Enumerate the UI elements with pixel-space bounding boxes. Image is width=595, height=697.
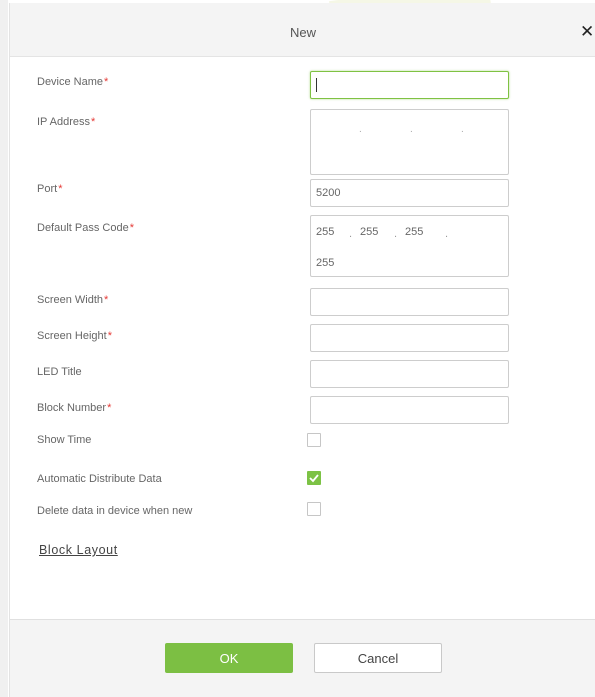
screen-height-label: Screen Height* (37, 330, 112, 342)
pass-code-separator: . (445, 228, 449, 240)
ok-button[interactable]: OK (165, 643, 293, 673)
pass-code-segment: 255 (405, 226, 424, 238)
screen-width-label: Screen Width* (37, 294, 109, 306)
show-time-label: Show Time (37, 434, 92, 446)
text-cursor (316, 78, 317, 92)
required-asterisk: * (107, 402, 112, 414)
dialog-footer: OK Cancel (10, 619, 595, 697)
show-time-checkbox[interactable] (307, 433, 321, 447)
led-title-input[interactable] (310, 360, 509, 388)
pass-code-separator: . (349, 228, 353, 240)
dialog-header: New ✕ (10, 3, 595, 57)
delete-data-when-new-checkbox[interactable] (307, 502, 321, 516)
block-number-label: Block Number* (37, 402, 112, 414)
block-number-input[interactable] (310, 396, 509, 424)
ip-separator: . (410, 124, 413, 135)
automatic-distribute-data-checkbox[interactable] (307, 471, 321, 485)
pass-code-segment: 255 (316, 257, 335, 269)
ip-separator: . (461, 124, 464, 135)
delete-data-when-new-label: Delete data in device when new (37, 505, 193, 517)
checkmark-icon (309, 474, 319, 483)
cancel-button[interactable]: Cancel (314, 643, 442, 673)
pass-code-segment: 255 (360, 226, 379, 238)
new-device-dialog: New ✕ Device Name* IP Address* . . . Por… (9, 3, 595, 697)
led-title-label: LED Title (37, 366, 82, 378)
required-asterisk: * (58, 183, 63, 195)
default-pass-code-label: Default Pass Code* (37, 222, 134, 234)
screen-height-input[interactable] (310, 324, 509, 352)
background-panel (0, 0, 8, 697)
port-input[interactable]: 5200 (310, 179, 509, 207)
device-name-label: Device Name* (37, 76, 109, 88)
ip-address-label: IP Address* (37, 116, 96, 128)
ip-separator: . (359, 124, 362, 135)
ip-address-input[interactable]: . . . (310, 109, 509, 175)
required-asterisk: * (91, 116, 96, 128)
close-icon[interactable]: ✕ (580, 23, 595, 41)
required-asterisk: * (104, 294, 109, 306)
required-asterisk: * (107, 330, 112, 342)
port-label: Port* (37, 183, 63, 195)
required-asterisk: * (129, 222, 134, 234)
dialog-title: New (289, 25, 316, 40)
default-pass-code-input[interactable]: 255 . 255 . 255 . 255 (310, 215, 509, 277)
required-asterisk: * (104, 76, 109, 88)
pass-code-segment: 255 (316, 226, 335, 238)
block-layout-link[interactable]: Block Layout (39, 543, 118, 557)
pass-code-separator: . (394, 228, 398, 240)
screen-width-input[interactable] (310, 288, 509, 316)
port-value: 5200 (316, 187, 341, 199)
device-name-input[interactable] (310, 71, 509, 99)
automatic-distribute-data-label: Automatic Distribute Data (37, 473, 162, 485)
